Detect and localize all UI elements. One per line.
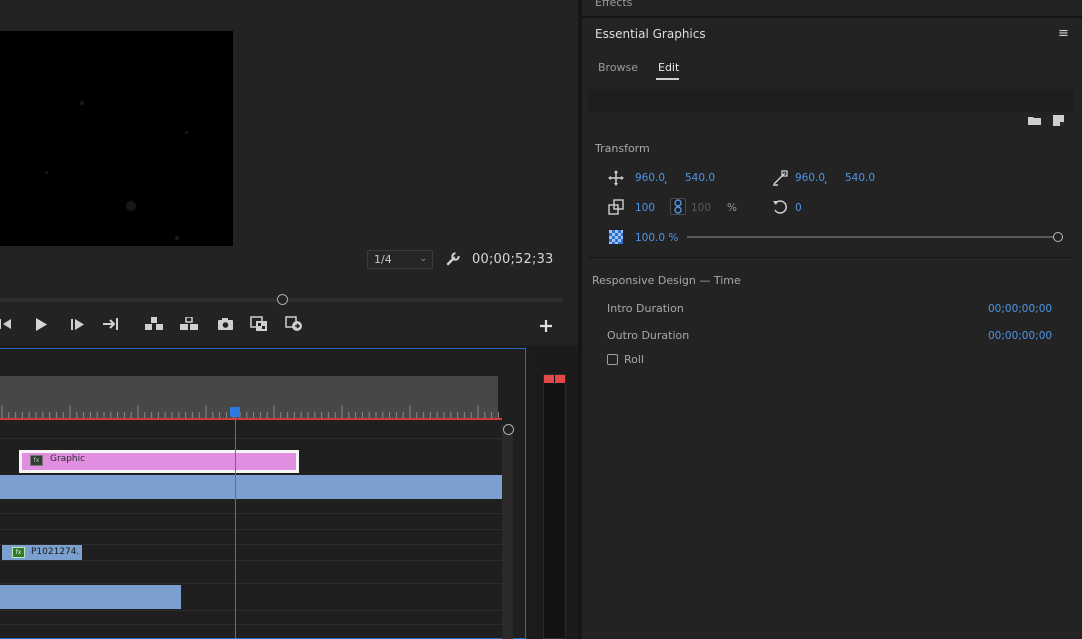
intro-duration-value[interactable]: 00;00;00;00 — [988, 303, 1052, 315]
anchor-point-icon — [773, 170, 788, 186]
step-back-icon[interactable] — [0, 314, 16, 334]
new-layer-icon[interactable] — [1053, 115, 1064, 126]
scale-linked-value: 100 — [691, 202, 712, 214]
intro-duration-label: Intro Duration — [607, 302, 684, 315]
scrollbar-handle[interactable] — [503, 424, 514, 435]
section-divider — [588, 257, 1072, 258]
opacity-slider[interactable] — [687, 236, 1057, 238]
panel-title: Essential Graphics — [595, 27, 706, 41]
comma-separator: , — [824, 174, 828, 186]
link-icon — [674, 199, 682, 214]
track-divider — [0, 513, 502, 514]
zoom-handle[interactable] — [277, 294, 288, 305]
position-icon — [608, 170, 624, 186]
work-area-bar[interactable] — [0, 418, 502, 420]
resolution-dropdown[interactable]: 1/4 ⌄ — [367, 250, 433, 269]
outro-duration-value[interactable]: 00;00;00;00 — [988, 330, 1052, 342]
transform-section-title: Transform — [595, 142, 650, 155]
position-x-value[interactable]: 960.0 — [635, 172, 665, 184]
playhead-timecode[interactable]: 00;00;52;33 — [472, 252, 554, 267]
video-clip[interactable] — [0, 475, 502, 499]
opacity-slider-handle[interactable] — [1053, 232, 1063, 242]
step-forward-icon[interactable] — [67, 314, 87, 334]
track-divider — [0, 529, 502, 530]
outro-duration-label: Outro Duration — [607, 329, 690, 342]
track-divider — [0, 583, 502, 584]
track-divider — [0, 624, 502, 625]
clip-indicator-right[interactable] — [555, 375, 565, 383]
track-divider — [0, 438, 502, 439]
lift-icon[interactable] — [144, 314, 164, 334]
folder-icon[interactable] — [1028, 116, 1041, 125]
track-divider — [0, 560, 502, 561]
scale-unit: % — [727, 202, 737, 214]
scale-icon — [608, 199, 624, 215]
export-frame-icon[interactable] — [215, 314, 235, 334]
anchor-y-value[interactable]: 540.0 — [845, 172, 875, 184]
rotation-value[interactable]: 0 — [795, 202, 802, 214]
fx-icon: fx — [30, 455, 43, 466]
roll-checkbox[interactable] — [607, 354, 618, 365]
position-y-value[interactable]: 540.0 — [685, 172, 715, 184]
fx-icon: fx — [12, 547, 25, 558]
link-scale-toggle[interactable] — [670, 198, 686, 215]
comma-separator: , — [664, 174, 668, 186]
track-divider — [0, 610, 502, 611]
opacity-icon — [609, 230, 623, 244]
compare-view-icon[interactable] — [249, 314, 269, 334]
proxy-toggle-icon[interactable] — [284, 314, 304, 334]
go-to-out-icon[interactable] — [101, 314, 121, 334]
rotation-icon — [773, 200, 787, 214]
extract-icon[interactable] — [179, 314, 199, 334]
audio-clip[interactable] — [0, 585, 181, 609]
video-clip-label: P1021274. — [31, 547, 80, 557]
tab-edit[interactable]: Edit — [658, 61, 679, 74]
wrench-icon[interactable] — [445, 251, 461, 267]
play-icon[interactable] — [31, 314, 51, 334]
timeline-vertical-scrollbar[interactable] — [502, 425, 513, 639]
video-preview[interactable] — [0, 31, 233, 246]
active-tab-indicator — [656, 78, 679, 80]
graphic-clip-label: Graphic — [50, 454, 86, 464]
video-clip-small[interactable]: fx P1021274. — [2, 545, 82, 560]
scale-value[interactable]: 100 — [635, 202, 655, 214]
clip-indicator-left[interactable] — [544, 375, 554, 383]
panel-separator — [582, 16, 1082, 18]
playhead-line — [235, 414, 236, 639]
layers-list[interactable] — [588, 89, 1074, 112]
tab-browse[interactable]: Browse — [598, 61, 638, 74]
resolution-value: 1/4 — [374, 253, 392, 266]
effects-tab[interactable]: Effects — [595, 0, 632, 9]
responsive-design-title: Responsive Design — Time — [592, 274, 741, 287]
playhead-handle[interactable] — [230, 407, 240, 417]
roll-label: Roll — [624, 353, 644, 366]
panel-menu-icon[interactable]: ≡ — [1058, 26, 1069, 41]
audio-meter — [543, 374, 566, 639]
opacity-value[interactable]: 100.0 % — [635, 232, 678, 244]
graphic-clip[interactable]: fx Graphic — [19, 450, 299, 473]
add-button-icon[interactable] — [536, 316, 556, 336]
anchor-x-value[interactable]: 960.0 — [795, 172, 825, 184]
chevron-down-icon: ⌄ — [419, 254, 427, 264]
